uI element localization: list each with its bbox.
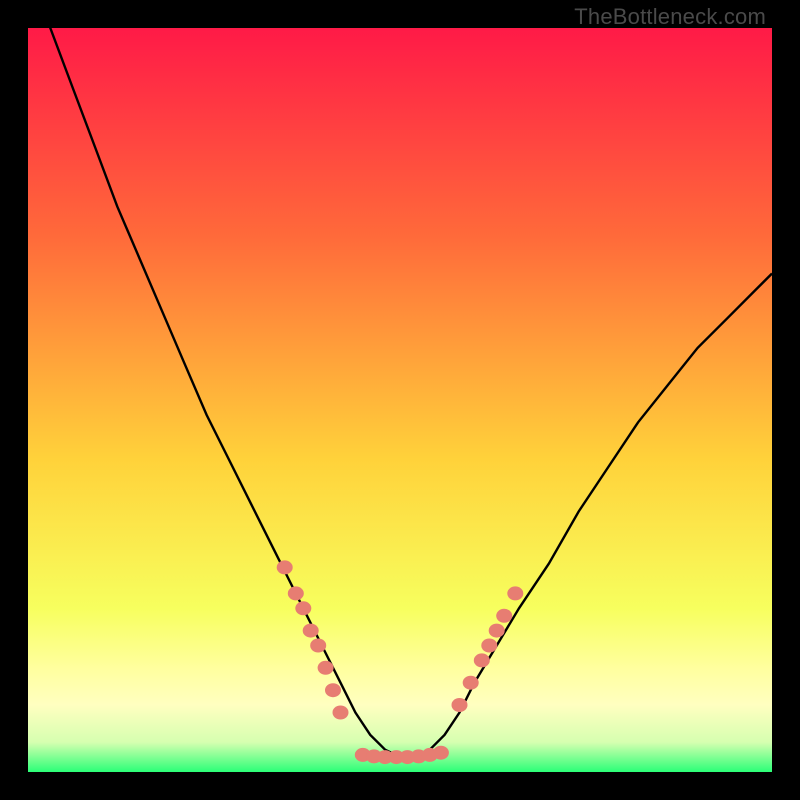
marker-left-cluster — [277, 560, 293, 574]
marker-right-cluster — [474, 653, 490, 667]
marker-left-cluster — [288, 586, 304, 600]
marker-right-cluster — [507, 586, 523, 600]
marker-left-cluster — [303, 624, 319, 638]
marker-right-cluster — [463, 676, 479, 690]
marker-left-cluster — [333, 706, 349, 720]
marker-bottom-cluster — [433, 746, 449, 760]
bottleneck-chart — [28, 28, 772, 772]
marker-left-cluster — [325, 683, 341, 697]
marker-right-cluster — [481, 639, 497, 653]
marker-left-cluster — [318, 661, 334, 675]
marker-right-cluster — [496, 609, 512, 623]
marker-left-cluster — [295, 601, 311, 615]
gradient-background — [28, 28, 772, 772]
marker-right-cluster — [489, 624, 505, 638]
marker-left-cluster — [310, 639, 326, 653]
plot-frame — [28, 28, 772, 772]
marker-right-cluster — [452, 698, 468, 712]
watermark-text: TheBottleneck.com — [574, 4, 766, 30]
